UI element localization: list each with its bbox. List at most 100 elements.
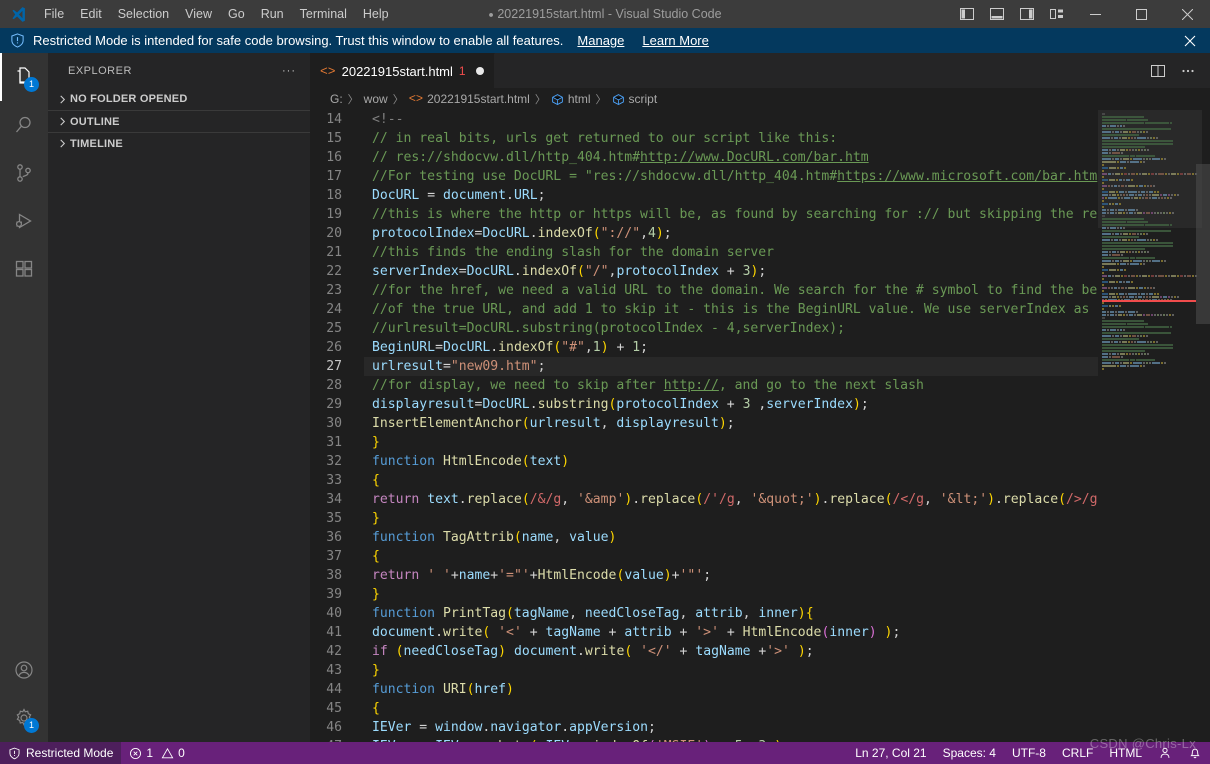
menu-edit[interactable]: Edit <box>72 4 110 24</box>
sidebar-more-actions-icon[interactable]: ··· <box>276 65 302 77</box>
restricted-mode-banner: Restricted Mode is intended for safe cod… <box>0 28 1210 53</box>
status-feedback-smiley-icon[interactable] <box>1150 742 1180 764</box>
editor-vertical-scrollbar[interactable] <box>1196 110 1210 742</box>
code-line[interactable]: 38 return ' '+name+'="'+HtmlEncode(value)… <box>310 566 1098 585</box>
status-encoding[interactable]: UTF-8 <box>1004 742 1054 764</box>
scrollbar-thumb[interactable] <box>1196 164 1210 324</box>
status-indentation[interactable]: Spaces: 4 <box>935 742 1004 764</box>
sidebar-section-label: OUTLINE <box>70 115 120 128</box>
code-line[interactable]: 28 //for display, we need to skip after h… <box>310 376 1098 395</box>
code-line[interactable]: 29 displayresult=DocURL.substring(protoco… <box>310 395 1098 414</box>
sidebar-item-timeline[interactable]: TIMELINE <box>48 132 310 154</box>
maximize-button[interactable] <box>1118 0 1164 28</box>
code-line[interactable]: 42 if (needCloseTag) document.write( '</'… <box>310 642 1098 661</box>
breadcrumb-item-folder[interactable]: wow <box>364 92 388 106</box>
editor-group: <> 20221915start.html 1 G: 〉 wow 〉 <> 20… <box>310 53 1210 742</box>
tab-dirty-indicator-icon[interactable] <box>475 67 484 75</box>
code-line[interactable]: 43} <box>310 661 1098 680</box>
tab-20221915start-html[interactable]: <> 20221915start.html 1 <box>310 53 495 88</box>
line-number: 37 <box>326 549 342 564</box>
breadcrumb-item-html[interactable]: html <box>551 92 591 106</box>
code-line[interactable]: 15 // in real bits, urls get returned to … <box>310 129 1098 148</box>
menu-view[interactable]: View <box>177 4 220 24</box>
code-line[interactable]: 26 BeginURL=DocURL.indexOf("#",1) + 1; <box>310 338 1098 357</box>
code-line[interactable]: 31} <box>310 433 1098 452</box>
line-number: 15 <box>326 131 342 146</box>
code-line[interactable]: 14 <!-- <box>310 110 1098 129</box>
breadcrumb-separator-icon: 〉 <box>534 94 546 106</box>
code-line[interactable]: 30 InsertElementAnchor(urlresult, display… <box>310 414 1098 433</box>
activity-search[interactable] <box>0 101 48 149</box>
status-notifications-bell-icon[interactable] <box>1180 742 1210 764</box>
activity-manage-settings[interactable]: 1 <box>0 694 48 742</box>
code-line[interactable]: 23 //for the href, we need a valid URL to… <box>310 281 1098 300</box>
code-line[interactable]: 40 function PrintTag(tagName, needCloseTa… <box>310 604 1098 623</box>
banner-close-icon[interactable] <box>1180 35 1200 47</box>
activity-source-control[interactable] <box>0 149 48 197</box>
menu-go[interactable]: Go <box>220 4 253 24</box>
status-language-mode[interactable]: HTML <box>1101 742 1150 764</box>
status-eol[interactable]: CRLF <box>1054 742 1101 764</box>
code-line[interactable]: 46 IEVer = window.navigator.appVersion; <box>310 718 1098 737</box>
activity-extensions[interactable] <box>0 245 48 293</box>
code-line[interactable]: 33 { <box>310 471 1098 490</box>
code-line[interactable]: 27 urlresult="new09.htm"; <box>310 357 1098 376</box>
symbol-field-icon <box>551 93 564 106</box>
toggle-secondary-sidebar-icon[interactable] <box>1012 0 1042 28</box>
toggle-panel-icon[interactable] <box>982 0 1012 28</box>
status-restricted-mode[interactable]: Restricted Mode <box>0 742 122 764</box>
code-line[interactable]: 44 function URI(href) <box>310 680 1098 699</box>
line-text: //of the true URL, and add 1 to skip it … <box>372 302 1098 317</box>
code-line[interactable]: 21 //this finds the ending slash for the … <box>310 243 1098 262</box>
menu-file[interactable]: File <box>36 4 72 24</box>
menu-terminal[interactable]: Terminal <box>292 4 355 24</box>
sidebar-section-label: NO FOLDER OPENED <box>70 93 188 105</box>
breadcrumb-item-file[interactable]: <> 20221915start.html <box>409 92 530 106</box>
sidebar-item-outline[interactable]: OUTLINE <box>48 110 310 132</box>
code-line[interactable]: 32 function HtmlEncode(text) <box>310 452 1098 471</box>
code-line[interactable]: 34 return text.replace(/&/g, '&amp').repl… <box>310 490 1098 509</box>
code-text-area[interactable]: 14 <!-- 15 // in real bits, urls get return… <box>310 110 1098 742</box>
code-line[interactable]: 39} <box>310 585 1098 604</box>
banner-learn-more-link[interactable]: Learn More <box>642 33 708 48</box>
code-line[interactable]: 18 DocURL = document.URL; <box>310 186 1098 205</box>
code-line[interactable]: 22 serverIndex=DocURL.indexOf("/",protoco… <box>310 262 1098 281</box>
code-line[interactable]: 20 protocolIndex=DocURL.indexOf("://",4); <box>310 224 1098 243</box>
code-line[interactable]: 36 function TagAttrib(name, value) <box>310 528 1098 547</box>
breadcrumb-label: 20221915start.html <box>427 92 530 106</box>
activity-accounts[interactable] <box>0 646 48 694</box>
minimap[interactable] <box>1098 110 1210 742</box>
code-line[interactable]: 37 { <box>310 547 1098 566</box>
customize-layout-icon[interactable] <box>1042 0 1072 28</box>
sidebar-item-no-folder-opened[interactable]: NO FOLDER OPENED <box>48 88 310 110</box>
code-line[interactable]: 45 { <box>310 699 1098 718</box>
code-line[interactable]: 35} <box>310 509 1098 528</box>
line-text: //for display, we need to skip after htt… <box>372 378 924 393</box>
code-line[interactable]: 17 //For testing use DocURL = "res://shdo… <box>310 167 1098 186</box>
line-text: document.write( '<' + tagName + attrib +… <box>372 625 901 640</box>
editor-more-actions-icon[interactable] <box>1174 57 1202 85</box>
line-text: serverIndex=DocURL.indexOf("/",protocolI… <box>372 264 767 279</box>
title-bar: File Edit Selection View Go Run Terminal… <box>0 0 1210 28</box>
code-line[interactable]: 24 //of the true URL, and add 1 to skip i… <box>310 300 1098 319</box>
split-editor-right-icon[interactable] <box>1144 57 1172 85</box>
menu-run[interactable]: Run <box>253 4 292 24</box>
vscode-window: File Edit Selection View Go Run Terminal… <box>0 0 1210 764</box>
menu-help[interactable]: Help <box>355 4 397 24</box>
code-line[interactable]: 19 //this is where the http or https will… <box>310 205 1098 224</box>
breadcrumb-item-script[interactable]: script <box>612 92 658 106</box>
code-line[interactable]: 41 document.write( '<' + tagName + attrib… <box>310 623 1098 642</box>
breadcrumb-label: script <box>628 92 658 106</box>
toggle-primary-sidebar-icon[interactable] <box>952 0 982 28</box>
activity-explorer[interactable]: 1 <box>0 53 48 101</box>
code-line[interactable]: 25 //urlresult=DocURL.substring(protocolI… <box>310 319 1098 338</box>
activity-run-and-debug[interactable] <box>0 197 48 245</box>
status-cursor-position[interactable]: Ln 27, Col 21 <box>847 742 934 764</box>
breadcrumb-item-drive[interactable]: G: <box>330 92 343 106</box>
banner-manage-link[interactable]: Manage <box>577 33 624 48</box>
status-problems[interactable]: 1 0 <box>121 742 192 764</box>
close-button[interactable] <box>1164 0 1210 28</box>
code-line[interactable]: 16 // res://shdocvw.dll/http_404.htm#http… <box>310 148 1098 167</box>
minimize-button[interactable] <box>1072 0 1118 28</box>
menu-selection[interactable]: Selection <box>110 4 177 24</box>
